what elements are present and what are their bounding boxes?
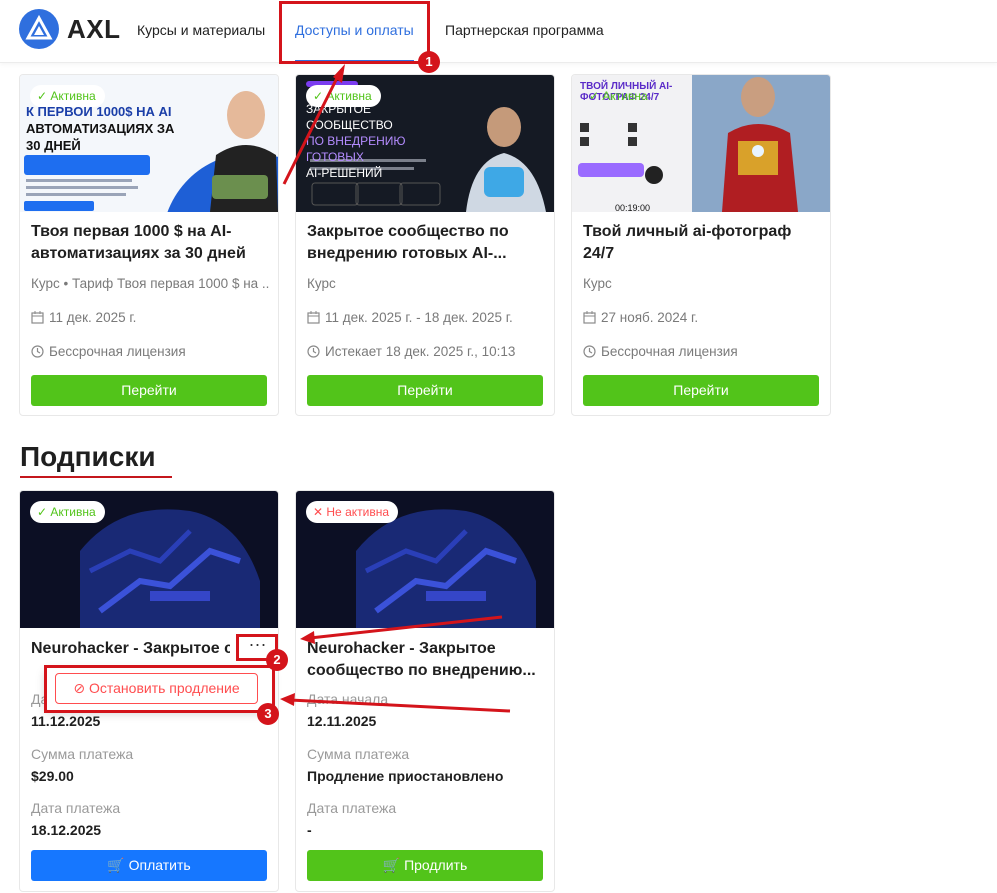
course-date: 11 дек. 2025 г. - 18 дек. 2025 г.	[307, 310, 546, 327]
course-title: Твоя первая 1000 $ на AI-автоматизациях …	[31, 223, 246, 262]
check-icon: ✓	[37, 89, 51, 103]
nav-partner-program[interactable]: Партнерская программа	[445, 0, 604, 62]
course-thumbnail: ЗАКРЫТОЕ СООБЩЕСТВО ПО ВНЕДРЕНИЮ ГОТОВЫХ…	[296, 75, 554, 212]
check-icon: ✓	[589, 89, 603, 103]
status-badge-label: Активна	[602, 89, 648, 103]
course-type: Курс	[583, 276, 612, 291]
annotation-number: 3	[257, 703, 279, 725]
start-date-value: 11.12.2025	[31, 713, 101, 729]
renew-button-label: Продлить	[404, 857, 468, 873]
check-icon: ✓	[313, 89, 327, 103]
renew-button[interactable]: 🛒 Продлить	[307, 850, 543, 881]
calendar-icon	[583, 311, 596, 327]
payment-date-label: Дата платежа	[31, 800, 121, 816]
course-license-text: Истекает 18 дек. 2025 г., 10:13	[325, 344, 516, 359]
course-card: ТВОЙ ЛИЧНЫЙ AI-ФОТОГРАФ 24/7 00:19:00 ✓ …	[571, 74, 831, 416]
status-badge-label: Не активна	[326, 505, 389, 519]
clock-icon	[31, 345, 44, 361]
course-date-text: 27 нояб. 2024 г.	[601, 310, 699, 325]
thumbnail-heading: К ПЕРВОЙ 1000$ НА AI АВТОМАТИЗАЦИЯХ ЗА 3…	[26, 103, 176, 154]
go-button[interactable]: Перейти	[307, 375, 543, 406]
course-type: Курс • Тариф Твоя первая 1000 $ на ...	[31, 276, 270, 291]
status-badge: ✓ Активна	[582, 85, 657, 107]
status-badge: ✕ Не активна	[306, 501, 398, 523]
subscription-thumbnail: ✓ Активна	[20, 491, 278, 628]
course-thumbnail: К ПЕРВОЙ 1000$ НА AI АВТОМАТИЗАЦИЯХ ЗА 3…	[20, 75, 278, 212]
status-badge: ✓ Активна	[306, 85, 381, 107]
course-license: Истекает 18 дек. 2025 г., 10:13	[307, 344, 546, 361]
subscription-title: Neurohacker - Закрытое соо...	[31, 640, 230, 657]
course-date: 27 нояб. 2024 г.	[583, 310, 822, 327]
course-date: 11 дек. 2025 г.	[31, 310, 270, 327]
annotation-underline	[20, 476, 172, 478]
logo-text: AXL	[67, 14, 121, 44]
calendar-icon	[31, 311, 44, 327]
course-title: Твой личный ai-фотограф 24/7	[583, 223, 792, 262]
payment-date-label: Дата платежа	[307, 800, 397, 816]
top-header: AXL Курсы и материалы Доступы и оплаты П…	[0, 0, 997, 63]
pay-button[interactable]: 🛒 Оплатить	[31, 850, 267, 881]
cart-icon: 🛒	[107, 857, 129, 873]
subscription-card: ✕ Не активна Neurohacker - Закрытое сооб…	[295, 490, 555, 892]
course-card: ЗАКРЫТОЕ СООБЩЕСТВО ПО ВНЕДРЕНИЮ ГОТОВЫХ…	[295, 74, 555, 416]
course-license-text: Бессрочная лицензия	[601, 344, 738, 359]
status-badge: ✓ Активна	[30, 85, 105, 107]
thumbnail-timer: 00:19:00	[615, 203, 651, 212]
logo-icon[interactable]	[19, 9, 59, 49]
subscription-thumbnail: ✕ Не активна	[296, 491, 554, 628]
amount-label: Сумма платежа	[307, 746, 410, 762]
start-date-label: Дата начала	[307, 691, 389, 707]
course-license-text: Бессрочная лицензия	[49, 344, 186, 359]
payment-date-value: 18.12.2025	[31, 822, 102, 838]
annotation-number: 1	[418, 51, 440, 73]
cart-icon: 🛒	[382, 857, 405, 873]
payment-date-value: -	[307, 822, 312, 838]
subscription-title: Neurohacker - Закрытое сообщество по вне…	[307, 640, 536, 679]
annotation-box	[44, 665, 275, 713]
start-date-value: 12.11.2025	[307, 713, 377, 729]
amount-label: Сумма платежа	[31, 746, 134, 762]
nav-courses[interactable]: Курсы и материалы	[137, 0, 265, 62]
course-title: Закрытое сообщество по внедрению готовых…	[307, 223, 509, 262]
course-card: К ПЕРВОЙ 1000$ НА AI АВТОМАТИЗАЦИЯХ ЗА 3…	[19, 74, 279, 416]
status-badge-label: Активна	[326, 89, 372, 103]
status-badge-label: Активна	[50, 505, 96, 519]
amount-value: $29.00	[31, 768, 74, 784]
course-license: Бессрочная лицензия	[583, 344, 822, 361]
thumbnail-line: АВТОМАТИЗАЦИЯХ ЗА	[26, 121, 175, 136]
clock-icon	[307, 345, 320, 361]
thumbnail-line: AI-РЕШЕНИЙ	[306, 166, 383, 180]
thumbnail-heading: ЗАКРЫТОЕ СООБЩЕСТВО ПО ВНЕДРЕНИЮ ГОТОВЫХ…	[306, 101, 456, 181]
status-badge-label: Активна	[50, 89, 96, 103]
course-date-text: 11 дек. 2025 г. - 18 дек. 2025 г.	[325, 310, 513, 325]
calendar-icon	[307, 311, 320, 327]
annotation-box	[279, 1, 430, 64]
amount-value: Продление приостановлено	[307, 768, 504, 784]
status-badge: ✓ Активна	[30, 501, 105, 523]
section-title: Подписки	[20, 441, 156, 472]
go-button[interactable]: Перейти	[31, 375, 267, 406]
clock-icon	[583, 345, 596, 361]
go-button[interactable]: Перейти	[583, 375, 819, 406]
course-thumbnail: ТВОЙ ЛИЧНЫЙ AI-ФОТОГРАФ 24/7 00:19:00 ✓ …	[572, 75, 830, 212]
annotation-number: 2	[266, 649, 288, 671]
pay-button-label: Оплатить	[128, 857, 191, 873]
thumbnail-line: 30 ДНЕЙ	[26, 138, 81, 153]
course-date-text: 11 дек. 2025 г.	[49, 310, 137, 325]
course-license: Бессрочная лицензия	[31, 344, 270, 361]
close-icon: ✕	[313, 505, 327, 519]
thumbnail-line: ПО ВНЕДРЕНИЮ ГОТОВЫХ	[306, 134, 406, 164]
annotation-arrowhead	[280, 693, 295, 706]
course-type: Курс	[307, 276, 336, 291]
check-icon: ✓	[37, 505, 51, 519]
